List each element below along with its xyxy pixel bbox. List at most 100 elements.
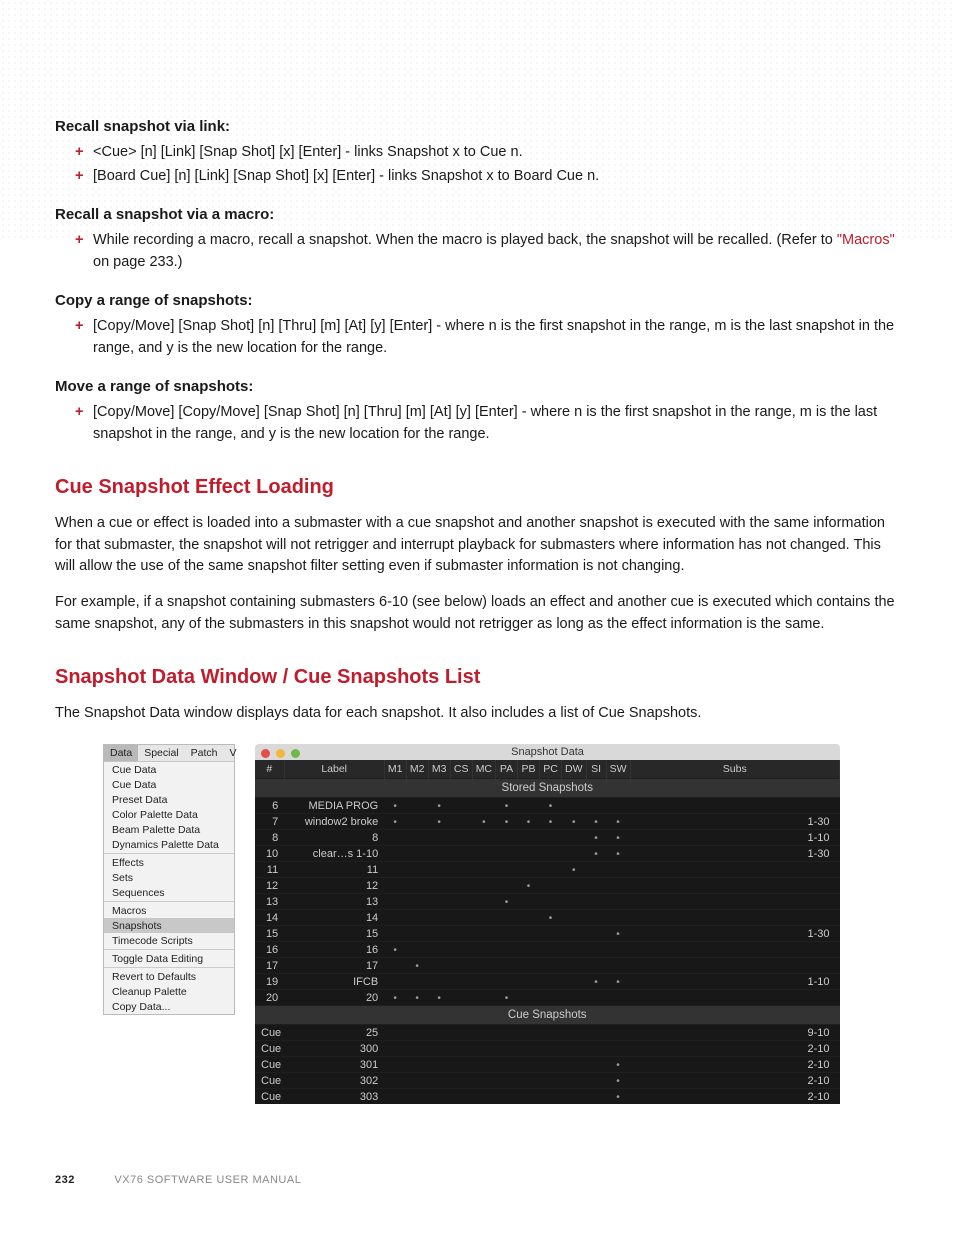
- menu-item[interactable]: Macros: [104, 903, 234, 918]
- cell-dot: [540, 1089, 562, 1105]
- cell-dot: [518, 942, 540, 958]
- cell-dot: •: [606, 1073, 630, 1089]
- cell-dot: [586, 990, 606, 1006]
- menu-item[interactable]: Revert to Defaults: [104, 969, 234, 984]
- close-icon[interactable]: [261, 749, 270, 758]
- menu-bar-item[interactable]: Patch: [185, 745, 224, 761]
- cell-number: Cue: [255, 1025, 284, 1041]
- cell-dot: [606, 942, 630, 958]
- menu-item[interactable]: Sets: [104, 870, 234, 885]
- menu-bar-item[interactable]: Special: [138, 745, 184, 761]
- cell-dot: [428, 878, 450, 894]
- cell-dot: [518, 990, 540, 1006]
- table-row[interactable]: Cue259-10: [255, 1025, 840, 1041]
- table-row[interactable]: Cue301•2-10: [255, 1057, 840, 1073]
- table-row[interactable]: Cue302•2-10: [255, 1073, 840, 1089]
- table-row[interactable]: 1313•: [255, 894, 840, 910]
- cell-dot: [586, 910, 606, 926]
- menu-item[interactable]: Snapshots: [104, 918, 234, 933]
- cell-dot: [586, 1057, 606, 1073]
- table-row[interactable]: Cue3002-10: [255, 1041, 840, 1057]
- cell-dot: •: [606, 846, 630, 862]
- zoom-icon[interactable]: [291, 749, 300, 758]
- cell-dot: [384, 1089, 406, 1105]
- menu-bar-item[interactable]: Data: [104, 745, 138, 761]
- cell-dot: [472, 878, 495, 894]
- table-row[interactable]: 1515•1-30: [255, 926, 840, 942]
- cell-dot: [384, 846, 406, 862]
- menu-item[interactable]: Toggle Data Editing: [104, 951, 234, 966]
- cell-dot: [496, 846, 518, 862]
- menu-bar: DataSpecialPatchV: [104, 745, 234, 762]
- table-row[interactable]: 1414•: [255, 910, 840, 926]
- table-row[interactable]: 6MEDIA PROG••••: [255, 798, 840, 814]
- cell-dot: •: [540, 814, 562, 830]
- paragraph: When a cue or effect is loaded into a su…: [55, 513, 899, 578]
- table-row[interactable]: 88••1-10: [255, 830, 840, 846]
- menu-separator: [104, 949, 234, 950]
- cell-dot: [518, 1057, 540, 1073]
- table-row[interactable]: 1212•: [255, 878, 840, 894]
- table-row[interactable]: 19IFCB••1-10: [255, 974, 840, 990]
- cell-dot: [540, 894, 562, 910]
- cell-dot: [540, 926, 562, 942]
- table-row[interactable]: 1717•: [255, 958, 840, 974]
- table-row[interactable]: 1616•: [255, 942, 840, 958]
- cell-dot: •: [586, 846, 606, 862]
- cell-dot: •: [606, 974, 630, 990]
- cell-dot: [406, 910, 428, 926]
- cell-dot: [496, 942, 518, 958]
- cell-subs: 1-30: [630, 846, 839, 862]
- cell-dot: •: [406, 958, 428, 974]
- cell-dot: [540, 1025, 562, 1041]
- menu-item[interactable]: Copy Data...: [104, 999, 234, 1014]
- window-title: Snapshot Data: [511, 746, 584, 758]
- window-titlebar: Snapshot Data: [255, 744, 840, 760]
- cell-dot: [428, 1089, 450, 1105]
- cell-number: Cue: [255, 1073, 284, 1089]
- cell-subs: [630, 958, 839, 974]
- table-row[interactable]: 1111•: [255, 862, 840, 878]
- cell-dot: [384, 926, 406, 942]
- menu-item[interactable]: Dynamics Palette Data: [104, 837, 234, 852]
- cell-subs: [630, 894, 839, 910]
- table-row[interactable]: 2020••••: [255, 990, 840, 1006]
- cell-dot: [562, 1073, 587, 1089]
- cell-dot: [428, 894, 450, 910]
- minimize-icon[interactable]: [276, 749, 285, 758]
- macros-link[interactable]: "Macros": [837, 232, 895, 248]
- column-header: PA: [496, 760, 518, 779]
- cell-dot: [586, 926, 606, 942]
- cell-number: Cue: [255, 1057, 284, 1073]
- page-footer: 232 VX76 SOFTWARE USER MANUAL: [55, 1174, 899, 1186]
- cell-dot: [518, 1073, 540, 1089]
- menu-bar-item[interactable]: V: [224, 745, 243, 761]
- cell-dot: [406, 830, 428, 846]
- table-row[interactable]: 10clear…s 1-10••1-30: [255, 846, 840, 862]
- menu-item[interactable]: Sequences: [104, 885, 234, 900]
- cell-dot: [450, 958, 472, 974]
- cell-dot: [472, 974, 495, 990]
- cell-dot: •: [472, 814, 495, 830]
- menu-item[interactable]: Cleanup Palette: [104, 984, 234, 999]
- heading-snapshot-window: Snapshot Data Window / Cue Snapshots Lis…: [55, 666, 899, 689]
- menu-item[interactable]: Color Palette Data: [104, 807, 234, 822]
- cell-dot: [562, 974, 587, 990]
- list-recall-link: <Cue> [n] [Link] [Snap Shot] [x] [Enter]…: [55, 141, 899, 188]
- menu-item[interactable]: Effects: [104, 855, 234, 870]
- cell-dot: [472, 958, 495, 974]
- cell-subs: 2-10: [630, 1089, 839, 1105]
- menu-item[interactable]: Preset Data: [104, 792, 234, 807]
- heading-move-range: Move a range of snapshots:: [55, 378, 899, 395]
- cell-dot: [450, 926, 472, 942]
- cell-dot: [406, 814, 428, 830]
- menu-item[interactable]: Beam Palette Data: [104, 822, 234, 837]
- menu-item[interactable]: Timecode Scripts: [104, 933, 234, 948]
- menu-item[interactable]: Cue Data: [104, 762, 234, 777]
- menu-item[interactable]: Cue Data: [104, 777, 234, 792]
- cell-dot: [450, 990, 472, 1006]
- table-row[interactable]: Cue303•2-10: [255, 1089, 840, 1105]
- table-row[interactable]: 7window2 broke•••••••••1-30: [255, 814, 840, 830]
- list-item: [Board Cue] [n] [Link] [Snap Shot] [x] […: [75, 165, 899, 187]
- list-item: <Cue> [n] [Link] [Snap Shot] [x] [Enter]…: [75, 141, 899, 163]
